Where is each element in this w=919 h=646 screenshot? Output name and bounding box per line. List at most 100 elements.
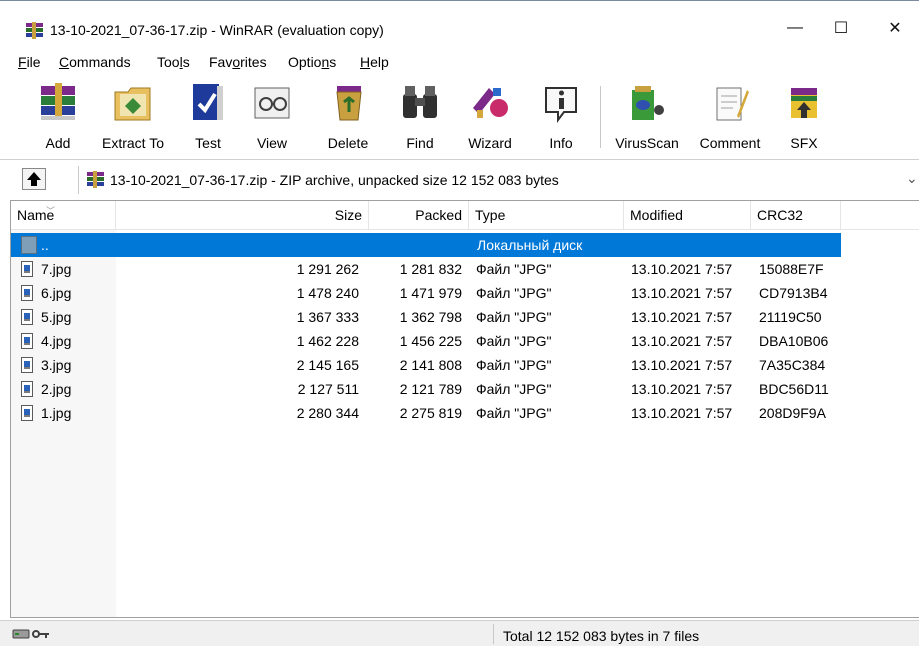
file-modified: 13.10.2021 7:57 (631, 357, 733, 373)
toolbar-separator (600, 86, 601, 148)
archive-path[interactable]: 13-10-2021_07-36-17.zip - ZIP archive, u… (110, 172, 559, 188)
file-packed: 1 456 225 (399, 333, 462, 349)
find-button[interactable]: Find (394, 78, 446, 156)
sort-chevron-icon: ﹀ (46, 206, 56, 216)
delete-recycle-icon (336, 86, 362, 121)
extract-folder-icon (114, 87, 151, 121)
jpg-file-icon (21, 381, 33, 397)
status-separator (493, 624, 494, 644)
comment-label: Comment (699, 135, 761, 151)
file-packed: 1 362 798 (399, 309, 462, 325)
window-title: 13-10-2021_07-36-17.zip - WinRAR (evalua… (50, 22, 384, 38)
test-label: Test (195, 135, 221, 151)
column-header-name[interactable]: ﹀ Name (11, 201, 116, 230)
sfx-button[interactable]: SFX (776, 78, 832, 156)
file-name: 6.jpg (41, 285, 72, 301)
file-modified: 13.10.2021 7:57 (631, 381, 733, 397)
view-button[interactable]: View (246, 78, 298, 156)
parent-folder-name: .. (41, 237, 49, 253)
table-row[interactable]: 5.jpg 1 367 333 1 362 798 Файл "JPG" 13.… (11, 305, 841, 329)
add-label: Add (45, 135, 71, 151)
table-row[interactable]: 2.jpg 2 127 511 2 121 789 Файл "JPG" 13.… (11, 377, 841, 401)
file-crc: 208D9F9A (759, 405, 826, 421)
view-label: View (256, 135, 288, 151)
file-packed: 2 275 819 (399, 405, 462, 421)
jpg-file-icon (21, 309, 33, 325)
file-type: Файл "JPG" (476, 309, 552, 325)
table-row[interactable]: 4.jpg 1 462 228 1 456 225 Файл "JPG" 13.… (11, 329, 841, 353)
up-arrow-icon (27, 172, 41, 186)
table-row[interactable]: 1.jpg 2 280 344 2 275 819 Файл "JPG" 13.… (11, 401, 841, 425)
column-header-type[interactable]: Type (469, 201, 624, 230)
file-crc: 21119C50 (759, 309, 822, 325)
file-type: Файл "JPG" (476, 261, 552, 277)
file-list[interactable]: ﹀ Name Size Packed Type Modified CRC32 .… (10, 200, 919, 618)
close-button[interactable]: ✕ (872, 13, 918, 43)
file-size: 2 145 165 (296, 357, 359, 373)
info-label: Info (549, 135, 573, 151)
file-modified: 13.10.2021 7:57 (631, 333, 733, 349)
info-button[interactable]: Info (536, 78, 586, 156)
file-name: 2.jpg (41, 381, 72, 397)
parent-folder-icon (21, 236, 37, 254)
find-label: Find (406, 135, 434, 151)
jpg-file-icon (21, 285, 33, 301)
menu-file[interactable]: File (18, 54, 41, 70)
comment-button[interactable]: Comment (694, 78, 766, 156)
wizard-button[interactable]: Wizard (460, 78, 520, 156)
up-folder-button[interactable] (22, 168, 46, 190)
virusscan-button[interactable]: VirusScan (610, 78, 684, 156)
menu-options[interactable]: Options (288, 54, 336, 70)
delete-button[interactable]: Delete (320, 78, 376, 156)
test-button[interactable]: Test (182, 78, 234, 156)
sfx-label: SFX (790, 135, 818, 151)
winrar-icon (26, 22, 43, 39)
minimize-button[interactable]: — (772, 13, 818, 43)
menu-tools[interactable]: Tools (157, 54, 190, 70)
file-name: 4.jpg (41, 333, 72, 349)
jpg-file-icon (21, 405, 33, 421)
add-button[interactable]: Add (24, 78, 92, 156)
file-size: 2 280 344 (296, 405, 359, 421)
delete-label: Delete (327, 135, 369, 151)
sfx-icon (791, 88, 817, 118)
file-modified: 13.10.2021 7:57 (631, 261, 733, 277)
file-crc: 15088E7F (759, 261, 824, 277)
file-size: 1 291 262 (296, 261, 359, 277)
column-header-modified[interactable]: Modified (624, 201, 751, 230)
file-type: Файл "JPG" (476, 357, 552, 373)
column-header-crc32[interactable]: CRC32 (751, 201, 841, 230)
file-packed: 2 141 808 (399, 357, 462, 373)
menu-bar: File Commands Tools Favorites Options He… (0, 50, 919, 72)
table-row[interactable]: 6.jpg 1 478 240 1 471 979 Файл "JPG" 13.… (11, 281, 841, 305)
file-size: 2 127 511 (297, 381, 359, 397)
maximize-button[interactable]: ☐ (818, 13, 864, 43)
file-type: Файл "JPG" (476, 381, 552, 397)
file-crc: BDC56D11 (759, 381, 829, 397)
test-book-icon (193, 84, 223, 120)
menu-commands[interactable]: Commands (59, 54, 131, 70)
table-row[interactable]: 7.jpg 1 291 262 1 281 832 Файл "JPG" 13.… (11, 257, 841, 281)
status-bar: Total 12 152 083 bytes in 7 files (0, 620, 919, 646)
jpg-file-icon (21, 333, 33, 349)
virusscan-icon (632, 86, 664, 120)
view-glasses-icon (254, 87, 290, 119)
menu-help[interactable]: Help (360, 54, 389, 70)
virusscan-label: VirusScan (615, 135, 679, 151)
extract-to-button[interactable]: Extract To (96, 78, 170, 156)
file-crc: 7A35C384 (759, 357, 826, 373)
chevron-down-icon[interactable]: ⌄ (906, 170, 918, 187)
info-icon (545, 87, 577, 123)
table-row[interactable]: 3.jpg 2 145 165 2 141 808 Файл "JPG" 13.… (11, 353, 841, 377)
parent-folder-row[interactable]: .. Локальный диск (11, 233, 841, 257)
menu-favorites[interactable]: Favorites (209, 54, 267, 70)
column-header-packed[interactable]: Packed (369, 201, 469, 230)
file-type: Файл "JPG" (476, 285, 552, 301)
add-archive-icon (41, 83, 75, 120)
file-packed: 1 471 979 (399, 285, 462, 301)
file-name: 1.jpg (41, 405, 72, 421)
archive-icon (87, 171, 104, 188)
file-size: 1 367 333 (296, 309, 359, 325)
column-header-size[interactable]: Size (116, 201, 369, 230)
drive-key-icon (12, 629, 49, 639)
